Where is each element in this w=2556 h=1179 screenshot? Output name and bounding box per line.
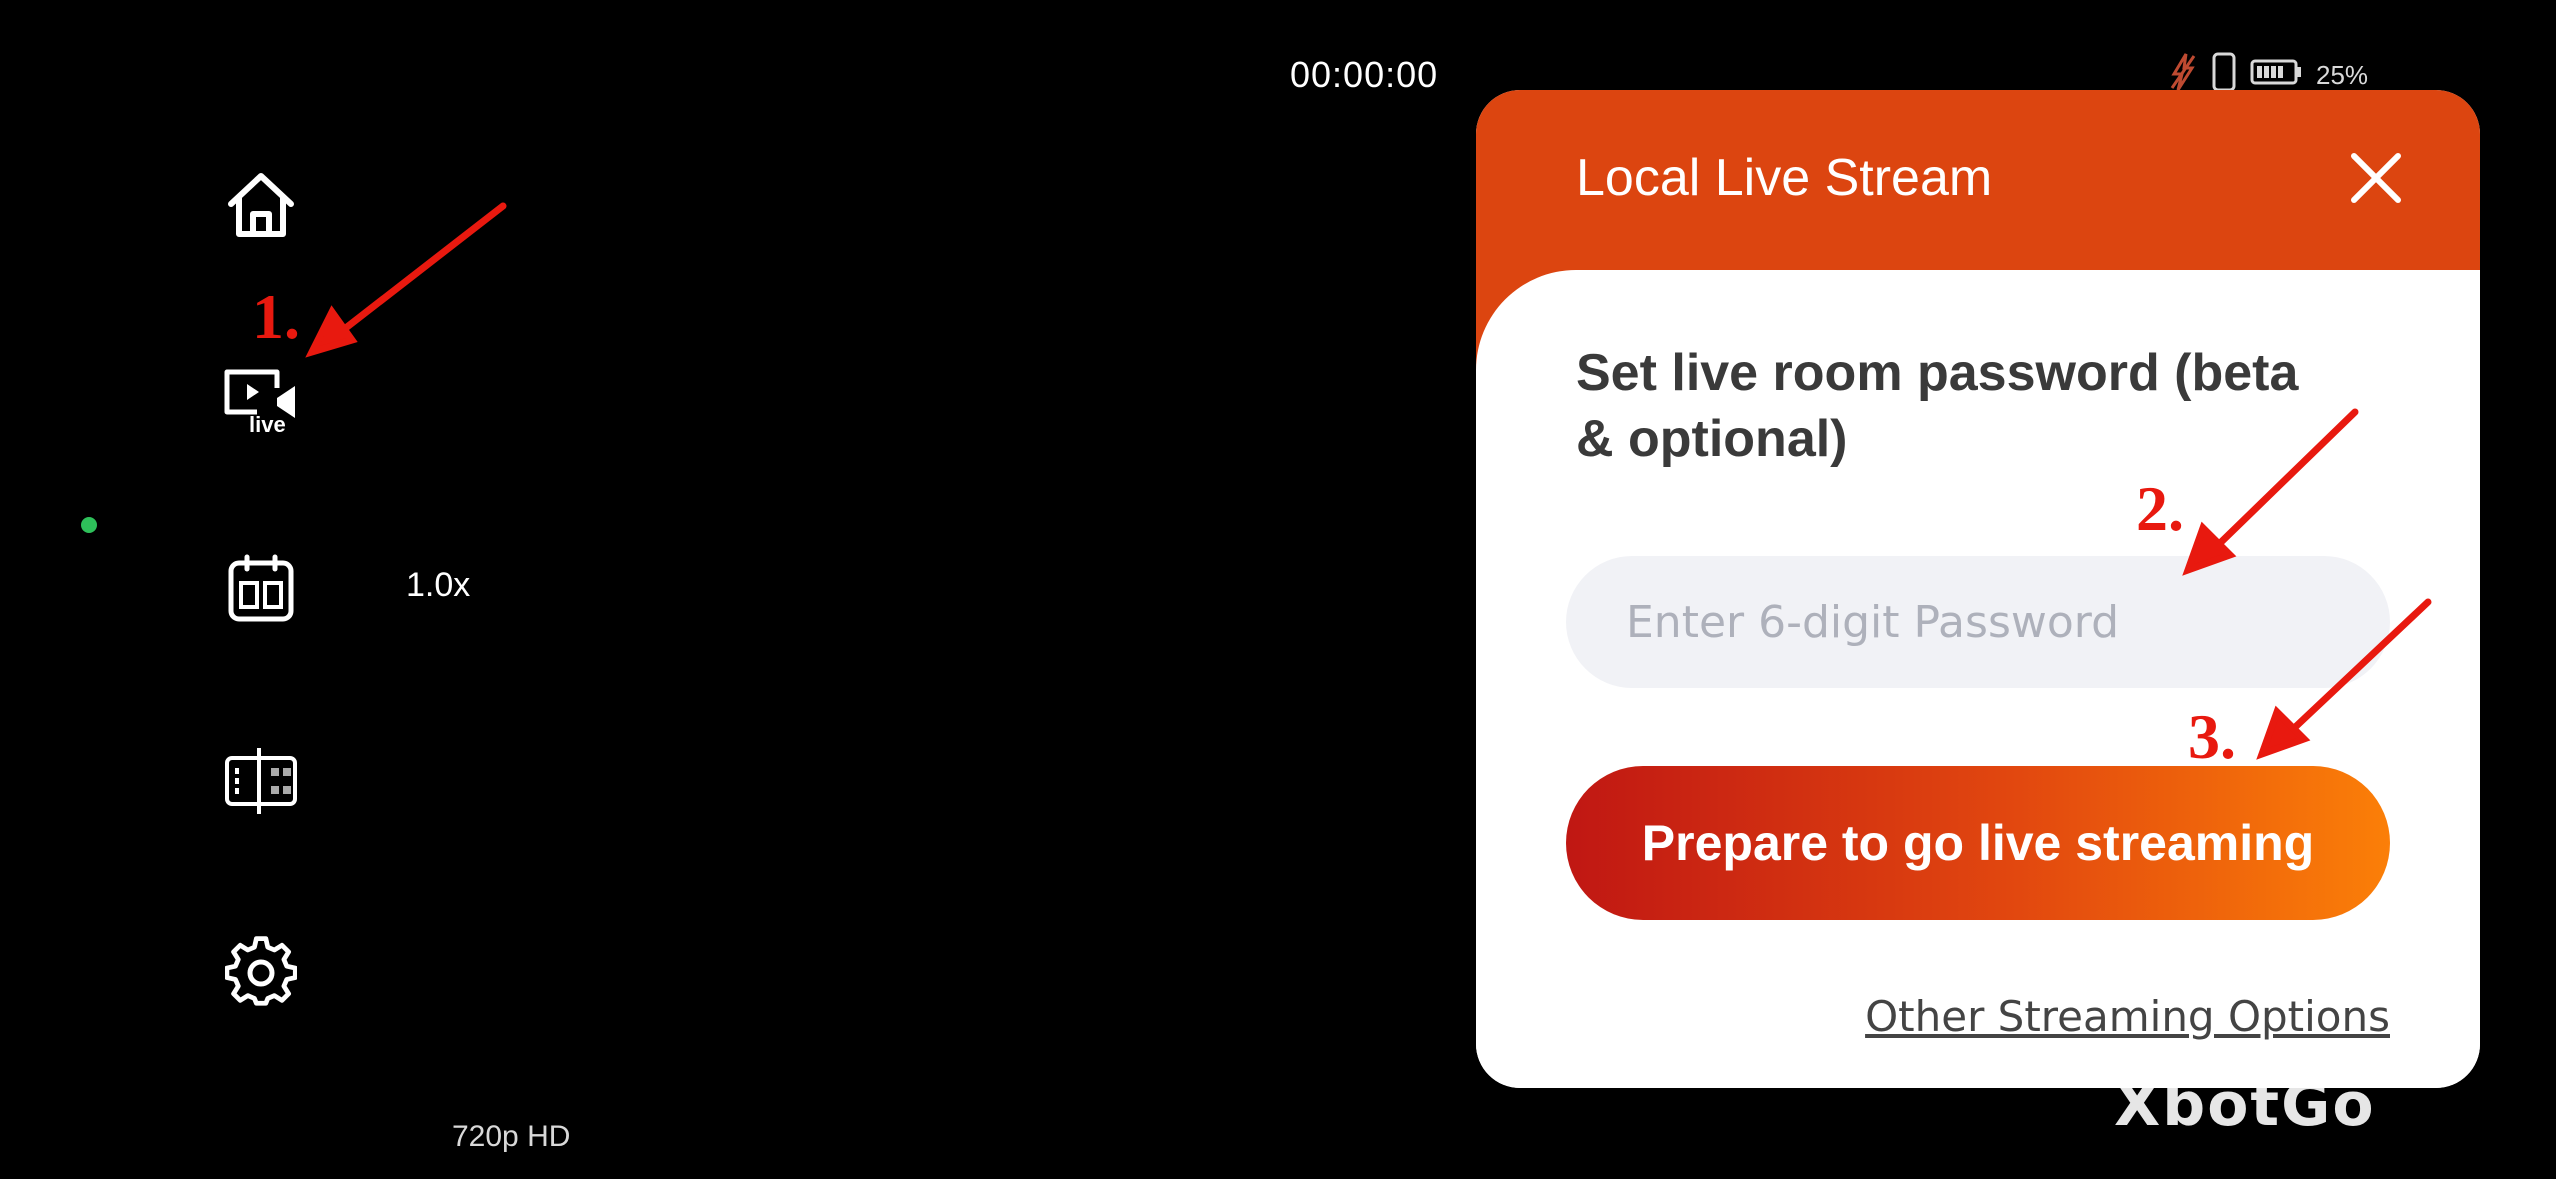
annotation-arrows	[305, 202, 2432, 760]
arrow-3	[2286, 598, 2432, 736]
arrowhead-2	[2182, 521, 2237, 576]
annotation-step-2: 2.	[2136, 473, 2184, 544]
annotation-step-3: 3.	[2188, 701, 2236, 772]
annotation-step-1: 1.	[252, 281, 300, 352]
arrowhead-3	[2256, 705, 2311, 760]
arrow-1	[334, 202, 507, 338]
arrow-2	[2211, 408, 2359, 552]
arrowhead-1	[305, 305, 358, 358]
